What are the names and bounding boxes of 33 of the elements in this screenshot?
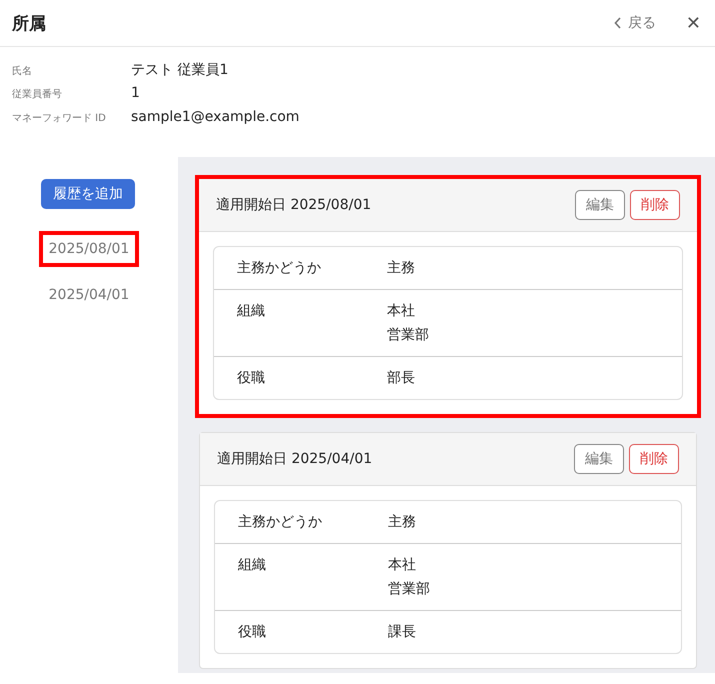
detail-value: 課長 <box>388 623 416 642</box>
record-title: 適用開始日 2025/04/01 <box>217 450 374 468</box>
record-title: 適用開始日 2025/08/01 <box>216 196 372 214</box>
field-value: 1 <box>131 85 140 101</box>
delete-button[interactable]: 削除 <box>630 190 680 220</box>
field-value: sample1@example.com <box>131 109 300 125</box>
field-label: 従業員番号 <box>12 88 63 101</box>
page-title: 所属 <box>12 12 47 34</box>
field-value: テスト 従業員1 <box>131 61 228 79</box>
detail-label: 組織 <box>237 302 266 321</box>
field-label: 氏名 <box>12 64 33 78</box>
delete-button[interactable]: 削除 <box>629 444 679 474</box>
close-button[interactable]: ✕ <box>686 12 701 34</box>
detail-label: 役職 <box>237 369 266 388</box>
detail-value: 営業部 <box>388 580 430 599</box>
detail-value: 本社 <box>388 556 417 575</box>
detail-label: 主務かどうか <box>238 513 323 532</box>
detail-label: 役職 <box>238 623 267 642</box>
detail-value: 部長 <box>387 369 415 388</box>
edit-button[interactable]: 編集 <box>575 190 625 220</box>
detail-value: 営業部 <box>387 326 429 345</box>
back-link[interactable]: 戻る <box>614 14 656 32</box>
detail-value: 本社 <box>387 302 416 321</box>
edit-button[interactable]: 編集 <box>574 444 624 474</box>
history-date[interactable]: 2025/04/01 <box>38 277 140 313</box>
field-label: マネーフォワード ID <box>12 112 107 125</box>
detail-value: 主務 <box>388 513 416 532</box>
detail-value: 主務 <box>387 259 415 278</box>
history-date[interactable]: 2025/08/01 <box>38 231 140 267</box>
detail-label: 主務かどうか <box>237 259 322 278</box>
add-history-button[interactable]: 履歴を追加 <box>41 179 135 209</box>
chevron-left-icon <box>614 17 622 29</box>
detail-label: 組織 <box>238 556 267 575</box>
